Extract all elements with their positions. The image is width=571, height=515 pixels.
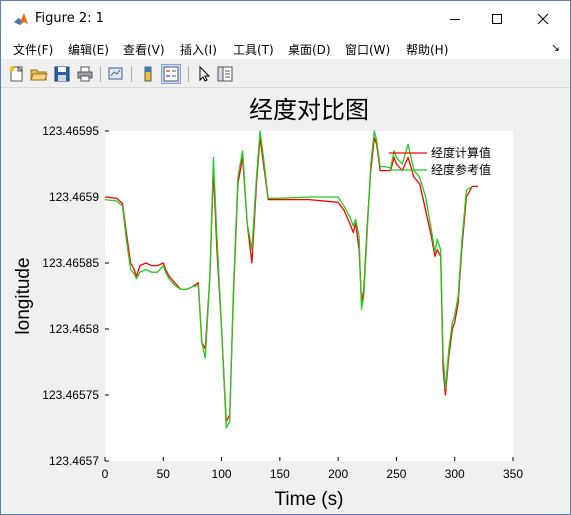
toolbar-separator: [131, 66, 132, 82]
colorbar-icon[interactable]: [139, 65, 157, 83]
open-file-icon[interactable]: [30, 65, 48, 83]
x-tick-label: 250: [386, 467, 406, 481]
axes-background[interactable]: [105, 131, 513, 461]
x-tick-label: 50: [157, 467, 171, 481]
menu-window[interactable]: 窗口(W): [345, 41, 390, 58]
y-tick-label: 123.4657: [49, 454, 99, 468]
menu-help[interactable]: 帮助(H): [406, 41, 448, 58]
legend-label-reference: 经度参考值: [431, 162, 491, 177]
menu-bar: 文件(F) 编辑(E) 查看(V) 插入(I) 工具(T) 桌面(D) 窗口(W…: [1, 37, 570, 59]
y-tick-label: 123.4658: [49, 322, 99, 336]
x-axis-label: Time (s): [275, 489, 344, 510]
y-tick-label: 123.46575: [42, 388, 99, 402]
maximize-icon: [492, 14, 502, 24]
y-tick-label: 123.46595: [42, 124, 99, 138]
x-tick-label: 100: [212, 467, 232, 481]
x-tick-label: 150: [270, 467, 290, 481]
property-editor-icon[interactable]: [216, 65, 234, 83]
title-bar[interactable]: Figure 2: 1: [1, 1, 570, 37]
y-tick-label: 123.4659: [49, 190, 99, 204]
maximize-button[interactable]: [474, 1, 520, 37]
pointer-icon[interactable]: [195, 65, 213, 83]
menu-insert[interactable]: 插入(I): [180, 41, 217, 58]
menu-file[interactable]: 文件(F): [13, 41, 53, 58]
legend-icon[interactable]: [161, 64, 181, 84]
chart-title: 经度对比图: [249, 96, 369, 124]
y-tick-label: 123.46585: [42, 256, 99, 270]
close-icon: [537, 13, 549, 25]
x-tick-label: 200: [328, 467, 348, 481]
toolbar: [1, 61, 570, 88]
menu-view[interactable]: 查看(V): [123, 41, 165, 58]
figure-window: Figure 2: 1 文件(F) 编辑(E) 查看(V) 插入(I) 工具(T…: [0, 0, 571, 515]
x-tick-label: 0: [102, 467, 109, 481]
matlab-icon: [14, 13, 28, 25]
minimize-icon: [450, 19, 460, 20]
menu-tools[interactable]: 工具(T): [233, 41, 274, 58]
x-tick-label: 300: [445, 467, 465, 481]
link-plot-icon[interactable]: [107, 65, 125, 83]
save-icon[interactable]: [53, 65, 71, 83]
close-button[interactable]: [520, 1, 566, 37]
minimize-button[interactable]: [432, 1, 478, 37]
figure-canvas: 0 50 100 150 200 250 300 350 123.4657 123.46575 12…: [5, 89, 566, 510]
menu-desktop[interactable]: 桌面(D): [288, 41, 331, 58]
x-tick-label: 350: [503, 467, 523, 481]
y-axis-label: longitude: [13, 257, 34, 334]
new-figure-icon[interactable]: [8, 65, 26, 83]
print-icon[interactable]: [76, 65, 94, 83]
toolbar-separator: [188, 66, 189, 82]
chevron-icon[interactable]: ↘: [551, 41, 560, 54]
toolbar-separator: [100, 66, 101, 82]
menu-edit[interactable]: 编辑(E): [68, 41, 109, 58]
window-title: Figure 2: 1: [35, 11, 104, 26]
chart: 0 50 100 150 200 250 300 350 123.4657 123.46575 12…: [13, 96, 523, 510]
legend-label-calculated: 经度计算值: [431, 145, 491, 160]
